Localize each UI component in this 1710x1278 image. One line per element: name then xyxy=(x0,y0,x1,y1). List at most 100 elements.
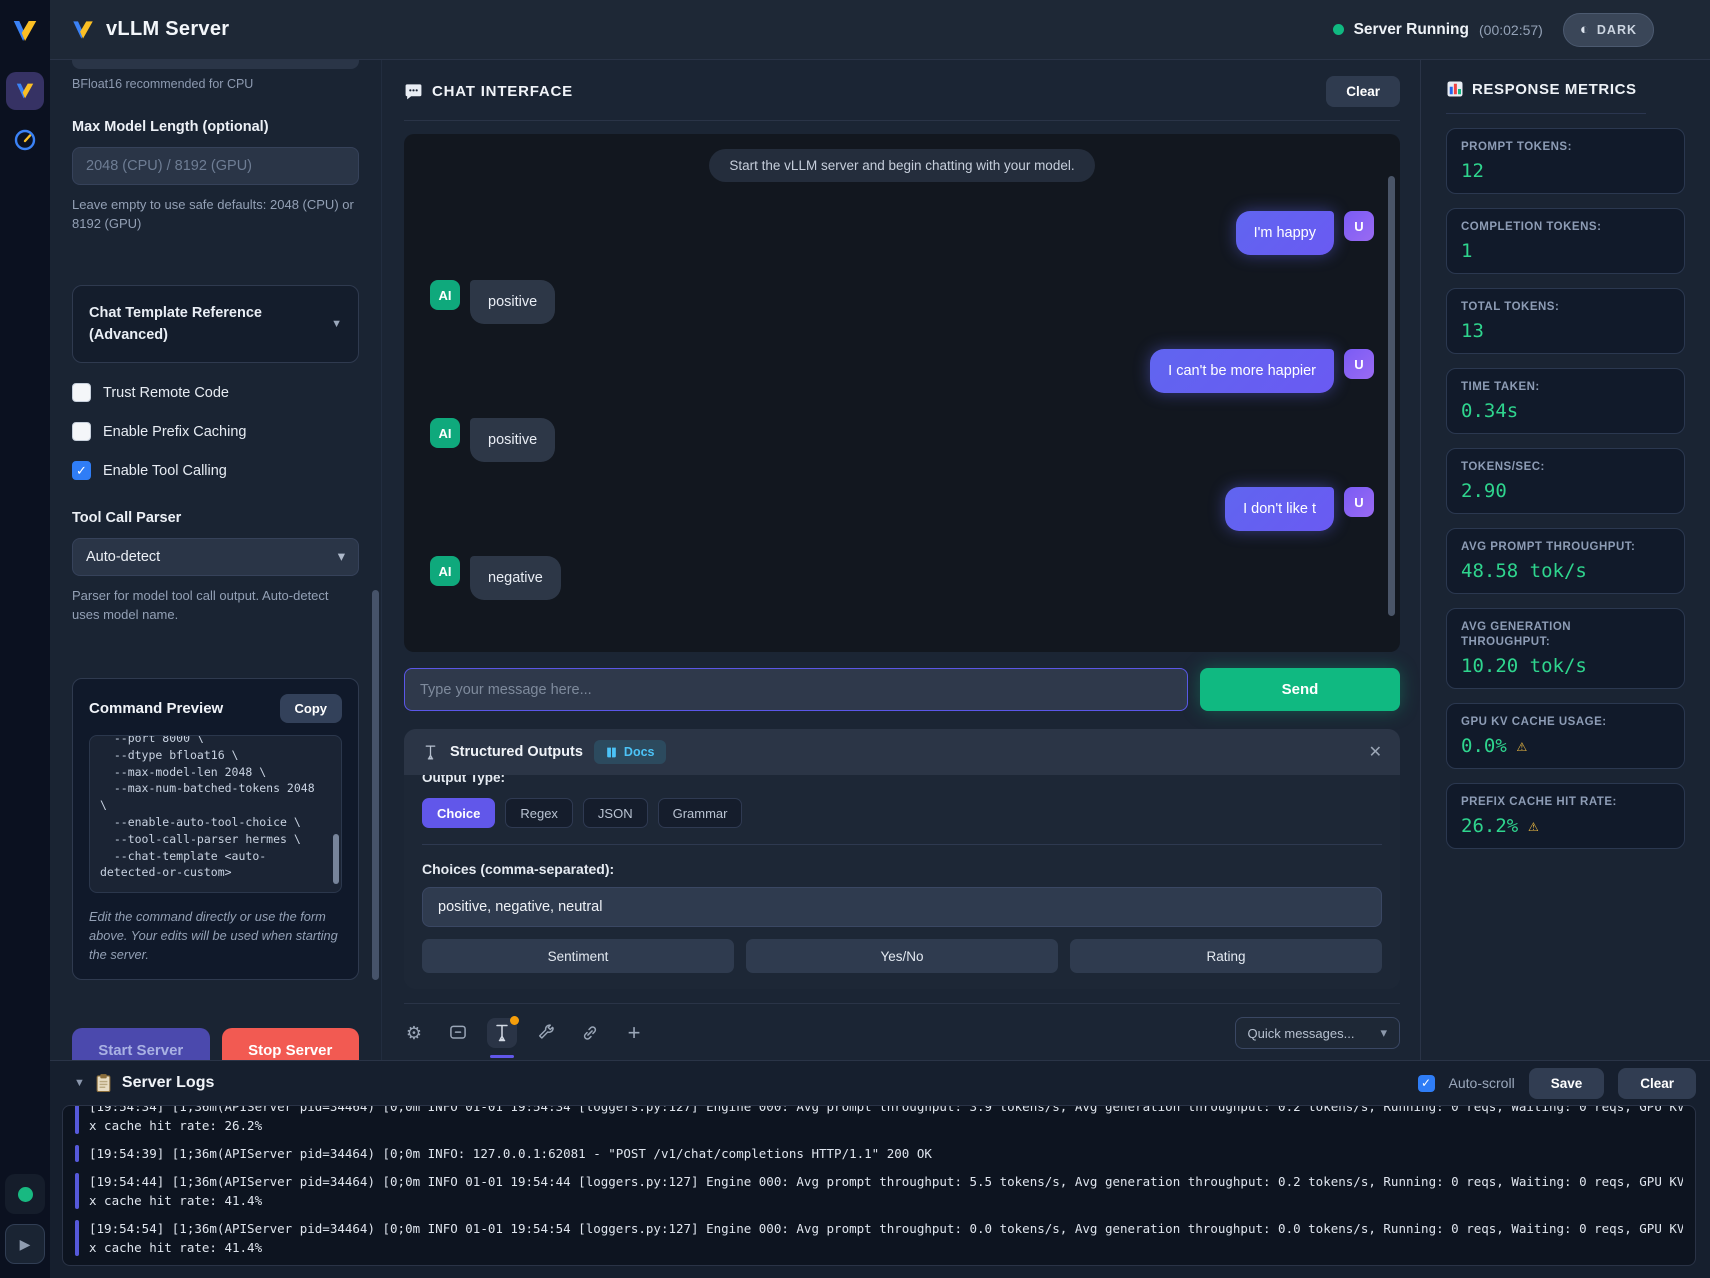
log-entry: [19:54:54] [1;36m(APIServer pid=34464) [… xyxy=(75,1219,1683,1257)
chat-header: CHAT INTERFACE Clear xyxy=(404,76,1400,121)
metric-card-total-tokens: TOTAL TOKENS: 13 xyxy=(1446,288,1685,354)
metric-card-gpu-kv-cache-usage: GPU KV CACHE USAGE: 0.0% ⚠ xyxy=(1446,703,1685,769)
quick-messages-label: Quick messages... xyxy=(1248,1026,1355,1041)
message-input[interactable]: Type your message here... xyxy=(404,668,1188,711)
copy-button[interactable]: Copy xyxy=(280,694,343,723)
logs-save-button[interactable]: Save xyxy=(1529,1068,1605,1099)
chat-message-user: I'm happy U xyxy=(430,211,1374,255)
metric-label: TIME TAKEN: xyxy=(1461,380,1670,395)
tool-call-parser-select[interactable]: Auto-detect ▾ xyxy=(72,538,359,576)
vllm-icon xyxy=(14,80,36,102)
server-logs-title: Server Logs xyxy=(122,1074,214,1092)
max-model-length-input[interactable]: 2048 (CPU) / 8192 (GPU) xyxy=(72,147,359,185)
ai-message-bubble: positive xyxy=(470,418,555,462)
metric-card-avg-prompt-throughput: AVG PROMPT THROUGHPUT: 48.58 tok/s xyxy=(1446,528,1685,594)
structured-outputs-icon[interactable] xyxy=(487,1018,517,1048)
trust-remote-code-checkbox[interactable]: Trust Remote Code xyxy=(72,383,359,402)
server-logs-controls: ✓ Auto-scroll Save Clear xyxy=(1418,1068,1696,1099)
ai-message-bubble: positive xyxy=(470,280,555,324)
docs-button[interactable]: Docs xyxy=(594,740,666,764)
add-plus-icon[interactable]: + xyxy=(624,1023,644,1043)
divider xyxy=(422,844,1382,845)
server-status-text: Server Running xyxy=(1354,21,1469,39)
enable-tool-calling-label: Enable Tool Calling xyxy=(103,463,227,479)
sidebar-item-server[interactable] xyxy=(6,72,44,110)
preset-rating-button[interactable]: Rating xyxy=(1070,939,1382,973)
close-icon[interactable]: ✕ xyxy=(1369,742,1382,762)
chat-toolbar: ⚙ + xyxy=(404,1003,1400,1049)
command-preview-code[interactable]: --port 8000 \ --dtype bfloat16 \ --max-m… xyxy=(89,735,342,893)
chat-message-ai: AI positive xyxy=(430,280,1374,324)
log-line: [19:54:34] [1;36m(APIServer pid=34464) [… xyxy=(89,1105,1683,1116)
chat-message-user: I don't like t U xyxy=(430,487,1374,531)
output-type-label-clipped: Output Type: xyxy=(422,775,1382,787)
stop-server-button[interactable]: Stop Server xyxy=(222,1028,360,1060)
tool-call-parser-label: Tool Call Parser xyxy=(72,510,359,526)
metric-value: 1 xyxy=(1461,240,1670,262)
output-type-grammar[interactable]: Grammar xyxy=(658,798,743,828)
log-line: x cache hit rate: 41.4% xyxy=(89,1238,1683,1257)
sidebar-item-dashboard[interactable] xyxy=(13,128,37,152)
theme-toggle-button[interactable]: ◐ DARK xyxy=(1563,13,1654,47)
preset-yesno-button[interactable]: Yes/No xyxy=(746,939,1058,973)
chat-panel: CHAT INTERFACE Clear Start the vLLM serv… xyxy=(382,60,1420,1060)
preset-sentiment-button[interactable]: Sentiment xyxy=(422,939,734,973)
chat-clear-button[interactable]: Clear xyxy=(1326,76,1400,107)
collapse-caret-icon: ▼ xyxy=(331,318,342,330)
ai-avatar: AI xyxy=(430,556,460,586)
enable-tool-calling-checkbox[interactable]: ✓ Enable Tool Calling xyxy=(72,461,359,480)
metric-value: 12 xyxy=(1461,160,1670,182)
user-message-bubble: I don't like t xyxy=(1225,487,1334,531)
chat-template-reference-label: Chat Template Reference (Advanced) xyxy=(89,302,299,346)
ai-message-bubble: negative xyxy=(470,556,561,600)
start-server-button[interactable]: Start Server xyxy=(72,1028,210,1060)
main-area: vLLM Server Server Running (00:02:57) ◐ … xyxy=(50,0,1710,1278)
send-button[interactable]: Send xyxy=(1200,668,1400,711)
log-line: [19:54:54] [1;36m(APIServer pid=34464) [… xyxy=(89,1219,1683,1238)
choices-input[interactable]: positive, negative, neutral xyxy=(422,887,1382,927)
code-scrollbar-thumb[interactable] xyxy=(333,834,339,884)
log-entry: [19:54:44] [1;36m(APIServer pid=34464) [… xyxy=(75,1172,1683,1210)
chat-scrollbar-thumb[interactable] xyxy=(1388,176,1395,616)
checkbox-unchecked-icon xyxy=(72,422,91,441)
log-entry: [19:54:39] [1;36m(APIServer pid=34464) [… xyxy=(75,1144,1683,1163)
app-title: vLLM Server xyxy=(106,18,229,41)
output-type-regex[interactable]: Regex xyxy=(505,798,573,828)
output-type-json[interactable]: JSON xyxy=(583,798,648,828)
enable-prefix-caching-checkbox[interactable]: Enable Prefix Caching xyxy=(72,422,359,441)
command-preview-title: Command Preview xyxy=(89,700,223,717)
quick-messages-select[interactable]: Quick messages... ▾ xyxy=(1235,1017,1400,1049)
metric-label: PROMPT TOKENS: xyxy=(1461,140,1670,155)
trust-remote-code-label: Trust Remote Code xyxy=(103,385,229,401)
metrics-title: RESPONSE METRICS xyxy=(1472,81,1637,98)
command-preview-card: Command Preview Copy --port 8000 \ --dty… xyxy=(72,678,359,980)
metrics-header: RESPONSE METRICS xyxy=(1446,80,1685,98)
structured-outputs-body: Output Type: Choice Regex JSON Grammar C… xyxy=(404,775,1400,989)
tools-wrench-icon[interactable] xyxy=(536,1023,556,1043)
max-model-length-help: Leave empty to use safe defaults: 2048 (… xyxy=(72,195,359,233)
chat-input-row: Type your message here... Send xyxy=(404,668,1400,711)
config-scrollbar-thumb[interactable] xyxy=(372,590,379,980)
logs-clear-button[interactable]: Clear xyxy=(1618,1068,1696,1099)
dark-mode-icon: ◐ xyxy=(1580,21,1590,38)
metric-card-tokens-per-sec: TOKENS/SEC: 2.90 xyxy=(1446,448,1685,514)
run-button[interactable]: ▶ xyxy=(5,1224,45,1264)
collapse-caret-icon[interactable]: ▼ xyxy=(74,1077,85,1089)
chat-template-reference-toggle[interactable]: Chat Template Reference (Advanced) ▼ xyxy=(72,285,359,363)
vllm-logo-icon xyxy=(70,17,96,43)
user-avatar: U xyxy=(1344,487,1374,517)
server-uptime: (00:02:57) xyxy=(1479,22,1543,38)
command-text: --port 8000 \ --dtype bfloat16 \ --max-m… xyxy=(100,735,331,881)
metric-label: AVG GENERATION THROUGHPUT: xyxy=(1461,620,1631,650)
output-type-choice[interactable]: Choice xyxy=(422,798,495,828)
user-message-bubble: I'm happy xyxy=(1236,211,1334,255)
server-logs-output[interactable]: [19:54:34] [1;36m(APIServer pid=34464) [… xyxy=(62,1105,1696,1266)
settings-gear-icon[interactable]: ⚙ xyxy=(404,1023,424,1043)
autoscroll-checkbox[interactable]: ✓ xyxy=(1418,1075,1435,1092)
metric-value: 2.90 xyxy=(1461,480,1670,502)
dtype-select-clipped[interactable] xyxy=(72,60,359,69)
chat-messages: Start the vLLM server and begin chatting… xyxy=(404,134,1400,652)
link-icon[interactable] xyxy=(580,1023,600,1043)
system-prompt-icon[interactable] xyxy=(448,1023,468,1043)
max-model-length-label: Max Model Length (optional) xyxy=(72,119,359,135)
